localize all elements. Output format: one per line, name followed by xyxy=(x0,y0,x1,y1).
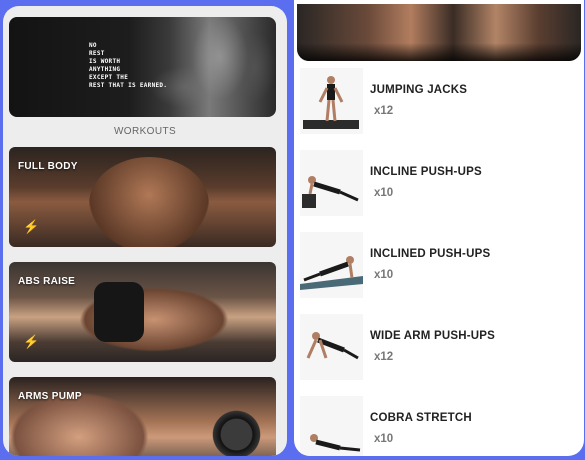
cobra-stretch-image xyxy=(300,396,363,456)
inclined-pushups-image xyxy=(300,232,363,298)
quote-line: IS WORTH xyxy=(89,58,121,65)
shorts-shape xyxy=(94,282,144,342)
exercise-name: COBRA STRETCH xyxy=(370,412,472,424)
quote-line: REST THAT IS EARNED. xyxy=(89,82,168,89)
jumping-jacks-image xyxy=(300,68,363,134)
exercise-row[interactable]: WIDE ARM PUSH-UPS x12 xyxy=(294,314,584,384)
motivation-quote: NO REST IS WORTH ANYTHING EXCEPT THE RES… xyxy=(89,42,167,90)
exercise-row[interactable]: INCLINE PUSH-UPS x10 xyxy=(294,150,584,220)
exercise-name: INCLINE PUSH-UPS xyxy=(370,166,482,178)
workout-card-arms-pump[interactable]: ARMS PUMP xyxy=(9,377,276,456)
workout-label: FULL BODY xyxy=(18,161,78,172)
banner-shade xyxy=(297,43,581,61)
workout-label: ARMS PUMP xyxy=(18,391,82,402)
wide-arm-pushups-image xyxy=(300,314,363,380)
exercise-name: WIDE ARM PUSH-UPS xyxy=(370,330,496,342)
workout-photo xyxy=(89,157,209,247)
quote-line: REST xyxy=(89,50,105,57)
quote-line: ANYTHING xyxy=(89,66,121,73)
exercise-name: INCLINED PUSH-UPS xyxy=(370,248,491,260)
workout-header-image xyxy=(297,4,581,61)
workout-card-full-body[interactable]: FULL BODY ⚡ xyxy=(9,147,276,247)
workouts-screen: NO REST IS WORTH ANYTHING EXCEPT THE RES… xyxy=(3,6,287,456)
workout-label: ABS RAISE xyxy=(18,276,76,287)
exercise-row[interactable]: COBRA STRETCH x10 xyxy=(294,396,584,456)
quote-line: NO xyxy=(89,42,97,49)
exercise-reps: x12 xyxy=(374,105,394,117)
motivation-banner: NO REST IS WORTH ANYTHING EXCEPT THE RES… xyxy=(9,17,276,117)
exercise-reps: x10 xyxy=(374,269,394,281)
section-title: WORKOUTS xyxy=(113,126,177,137)
exercise-row[interactable]: JUMPING JACKS x12 xyxy=(294,68,584,138)
exercise-reps: x12 xyxy=(374,351,394,363)
quote-line: EXCEPT THE xyxy=(89,74,129,81)
bolt-icon: ⚡ xyxy=(23,219,40,234)
incline-pushups-image xyxy=(300,150,363,216)
bolt-icon: ⚡ xyxy=(23,334,40,349)
workout-card-abs-raise[interactable]: ABS RAISE ⚡ xyxy=(9,262,276,362)
exercise-reps: x10 xyxy=(374,187,394,199)
exercise-name: JUMPING JACKS xyxy=(370,84,468,96)
exercise-row[interactable]: INCLINED PUSH-UPS x10 xyxy=(294,232,584,302)
exercise-reps: x10 xyxy=(374,433,394,445)
exercise-list-screen: JUMPING JACKS x12 INCLINE PUSH-UPS x10 I… xyxy=(294,0,584,456)
dumbbell-shape xyxy=(209,407,264,456)
